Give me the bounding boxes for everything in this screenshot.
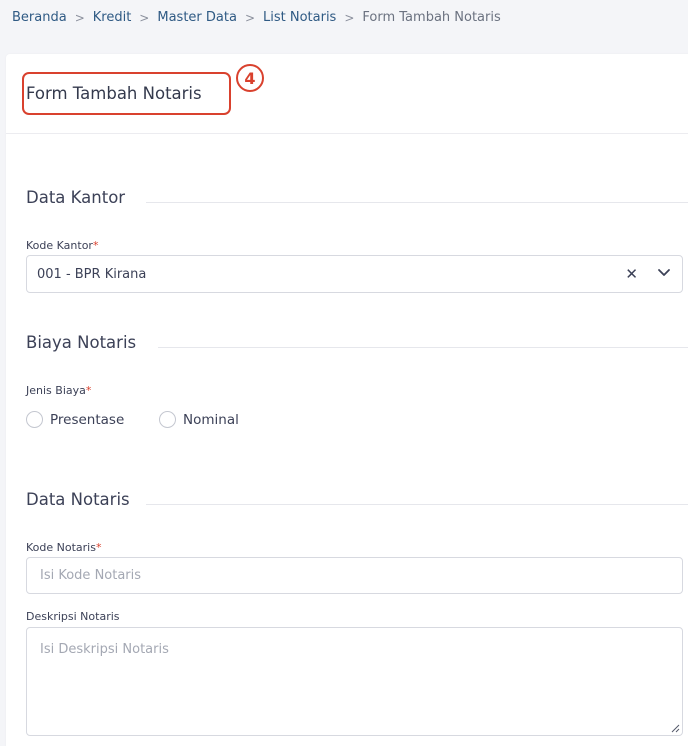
page-title: Form Tambah Notaris: [26, 84, 202, 103]
required-mark: *: [95, 541, 102, 554]
radio-button[interactable]: [26, 411, 43, 428]
breadcrumb-separator: >: [74, 10, 85, 25]
radio-nominal[interactable]: Nominal: [159, 411, 239, 428]
breadcrumb-separator: >: [139, 10, 150, 25]
radio-label-presentase: Presentase: [50, 411, 125, 428]
breadcrumb-separator: >: [344, 10, 355, 25]
breadcrumb-current: Form Tambah Notaris: [362, 10, 501, 25]
breadcrumb-list-notaris[interactable]: List Notaris: [263, 10, 336, 25]
card-header: Form Tambah Notaris 4: [6, 54, 688, 134]
section-title-data-kantor: Data Kantor: [26, 188, 126, 207]
jenis-biaya-label: Jenis Biaya*: [26, 384, 92, 397]
kode-kantor-label: Kode Kantor*: [26, 239, 99, 252]
section-divider: [146, 202, 688, 203]
required-mark: *: [92, 239, 99, 252]
radio-button[interactable]: [159, 411, 176, 428]
section-divider: [158, 347, 688, 348]
radio-label-nominal: Nominal: [183, 411, 239, 428]
breadcrumb: Beranda > Kredit > Master Data > List No…: [12, 10, 501, 25]
deskripsi-notaris-label: Deskripsi Notaris: [26, 610, 120, 623]
section-title-data-notaris: Data Notaris: [26, 490, 130, 509]
breadcrumb-kredit[interactable]: Kredit: [93, 10, 132, 25]
radio-presentase[interactable]: Presentase: [26, 411, 124, 428]
resize-handle-icon[interactable]: [670, 723, 680, 733]
kode-kantor-selected-value: 001 - BPR Kirana: [37, 267, 147, 282]
deskripsi-notaris-textarea[interactable]: [26, 627, 683, 736]
chevron-down-icon[interactable]: [656, 264, 672, 280]
kode-kantor-select[interactable]: 001 - BPR Kirana ✕: [26, 255, 683, 293]
breadcrumb-beranda[interactable]: Beranda: [12, 10, 67, 25]
breadcrumb-master-data[interactable]: Master Data: [157, 10, 237, 25]
form-card: Form Tambah Notaris 4 Data Kantor Kode K…: [6, 54, 688, 746]
kode-notaris-input[interactable]: [26, 557, 683, 594]
section-title-biaya-notaris: Biaya Notaris: [26, 333, 137, 352]
step-marker-badge: 4: [236, 64, 264, 92]
kode-notaris-label: Kode Notaris*: [26, 541, 102, 554]
breadcrumb-separator: >: [244, 10, 255, 25]
close-icon[interactable]: ✕: [625, 265, 638, 283]
required-mark: *: [85, 384, 92, 397]
section-divider: [146, 504, 688, 505]
